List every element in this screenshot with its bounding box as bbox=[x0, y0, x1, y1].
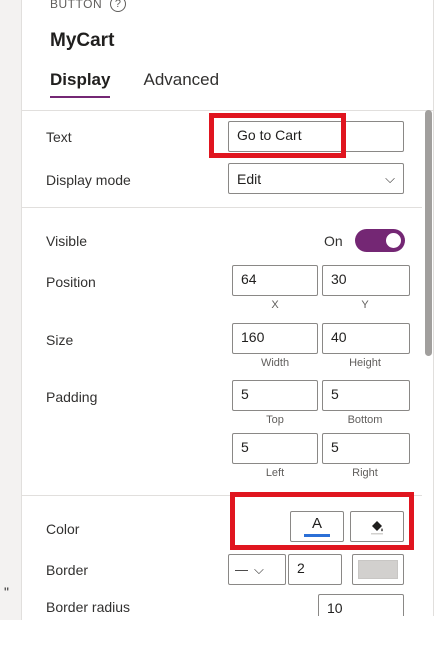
padding-bottom-input[interactable]: 5 bbox=[322, 380, 410, 411]
tabs-divider bbox=[22, 110, 433, 111]
padding-top-caption: Top bbox=[266, 414, 284, 426]
tab-display[interactable]: Display bbox=[50, 70, 111, 98]
display-mode-label: Display mode bbox=[46, 172, 131, 188]
position-x-input[interactable]: 64 bbox=[232, 265, 318, 296]
toggle-knob bbox=[386, 233, 401, 248]
color-label: Color bbox=[46, 521, 80, 537]
border-radius-label: Border radius bbox=[46, 599, 131, 615]
border-radius-input[interactable]: 10 bbox=[318, 594, 404, 616]
visible-label: Visible bbox=[46, 233, 87, 249]
border-color-swatch[interactable] bbox=[352, 554, 404, 585]
padding-top-input[interactable]: 5 bbox=[232, 380, 318, 411]
font-color-icon: A bbox=[304, 516, 330, 537]
size-width-caption: Width bbox=[260, 357, 290, 369]
canvas-glyph: " bbox=[4, 584, 9, 600]
border-style-line: — bbox=[235, 562, 248, 577]
position-x-caption: X bbox=[271, 299, 279, 311]
question-circle-icon[interactable]: ? bbox=[110, 0, 127, 12]
text-input[interactable]: Go to Cart bbox=[228, 121, 404, 152]
visible-toggle[interactable] bbox=[355, 229, 405, 252]
control-kind-header: BUTTON ? bbox=[50, 0, 127, 12]
visible-state-text: On bbox=[324, 233, 343, 249]
properties-panel: BUTTON ? MyCart Display Advanced Text Go… bbox=[22, 0, 434, 616]
position-label: Position bbox=[46, 274, 96, 290]
section-divider bbox=[22, 495, 422, 496]
chevron-down-icon: ⌵ bbox=[254, 561, 264, 577]
position-y-caption: Y bbox=[361, 299, 369, 311]
padding-bottom-caption: Bottom bbox=[347, 414, 383, 426]
display-mode-value: Edit bbox=[237, 170, 262, 187]
border-thickness-input[interactable]: 2 bbox=[288, 554, 342, 585]
size-height-input[interactable]: 40 bbox=[322, 323, 410, 354]
border-label: Border bbox=[46, 562, 89, 578]
size-width-input[interactable]: 160 bbox=[232, 323, 318, 354]
bottom-blank bbox=[0, 620, 442, 653]
fill-color-button[interactable] bbox=[350, 511, 404, 542]
canvas-area: " bbox=[0, 0, 22, 620]
size-height-caption: Height bbox=[349, 357, 381, 369]
paint-bucket-icon bbox=[371, 520, 383, 534]
control-name[interactable]: MyCart bbox=[50, 30, 114, 52]
border-style-dropdown[interactable]: — ⌵ bbox=[228, 554, 286, 585]
padding-right-caption: Right bbox=[352, 467, 378, 479]
control-kind-label: BUTTON bbox=[50, 0, 103, 11]
font-color-button[interactable]: A bbox=[290, 511, 344, 542]
tab-bar: Display Advanced bbox=[50, 70, 219, 98]
text-label: Text bbox=[46, 129, 72, 145]
chevron-down-icon: ⌵ bbox=[385, 170, 395, 186]
display-mode-dropdown[interactable]: Edit ⌵ bbox=[228, 163, 404, 194]
padding-left-input[interactable]: 5 bbox=[232, 433, 318, 464]
size-label: Size bbox=[46, 332, 74, 348]
tab-advanced[interactable]: Advanced bbox=[143, 70, 219, 98]
position-y-input[interactable]: 30 bbox=[322, 265, 410, 296]
section-divider bbox=[22, 207, 422, 208]
padding-right-input[interactable]: 5 bbox=[322, 433, 410, 464]
padding-label: Padding bbox=[46, 389, 98, 405]
scrollbar-thumb[interactable] bbox=[425, 110, 432, 356]
padding-left-caption: Left bbox=[265, 467, 285, 479]
